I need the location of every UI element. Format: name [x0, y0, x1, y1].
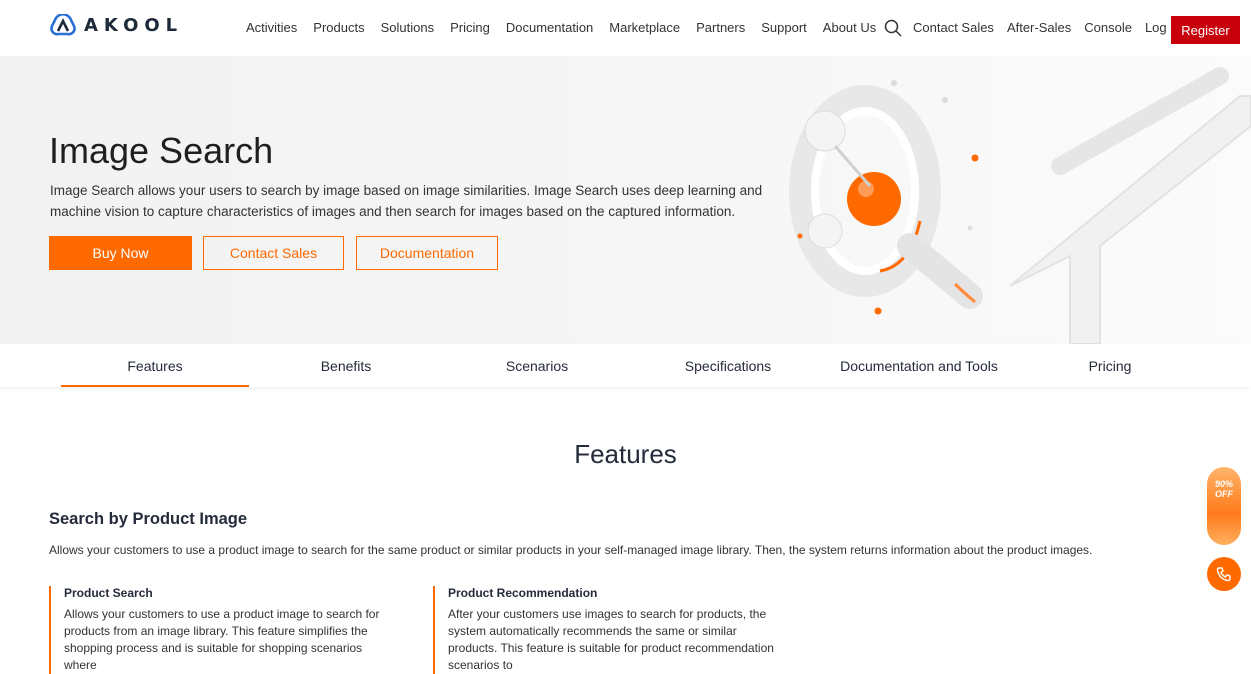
feature-card-product-recommendation: Product Recommendation After your custom… [433, 586, 778, 674]
main-nav: Activities Products Solutions Pricing Do… [246, 20, 876, 35]
logo-text: AKOOL [84, 14, 184, 36]
tab-documentation-and-tools[interactable]: Documentation and Tools [825, 344, 1013, 387]
buy-now-button[interactable]: Buy Now [49, 236, 192, 270]
feature-card-title: Product Recommendation [448, 586, 598, 600]
promo-line-1: 90% [1214, 479, 1233, 489]
nav-pricing[interactable]: Pricing [450, 20, 490, 35]
contact-sales-button[interactable]: Contact Sales [203, 236, 344, 270]
nav-about-us[interactable]: About Us [823, 20, 876, 35]
tab-pricing[interactable]: Pricing [1016, 344, 1204, 387]
nav-documentation[interactable]: Documentation [506, 20, 593, 35]
tab-scenarios[interactable]: Scenarios [443, 344, 631, 387]
feature-card-body: After your customers use images to searc… [448, 607, 774, 672]
nav-solutions[interactable]: Solutions [381, 20, 434, 35]
register-button[interactable]: Register [1171, 16, 1240, 44]
phone-icon [1216, 567, 1231, 582]
nav-products[interactable]: Products [313, 20, 364, 35]
nav-support[interactable]: Support [761, 20, 807, 35]
after-sales-link[interactable]: After-Sales [1007, 20, 1071, 35]
nav-partners[interactable]: Partners [696, 20, 745, 35]
logo-icon [50, 14, 76, 36]
promo-badge[interactable]: 90% OFF [1207, 467, 1241, 545]
tab-benefits[interactable]: Benefits [252, 344, 440, 387]
feature-card-product-search: Product Search Allows your customers to … [49, 586, 394, 674]
top-header: AKOOL Activities Products Solutions Pric… [0, 0, 1251, 56]
nav-marketplace[interactable]: Marketplace [609, 20, 680, 35]
feature-card-body: Allows your customers to use a product i… [64, 607, 380, 672]
documentation-button[interactable]: Documentation [356, 236, 498, 270]
phone-contact-button[interactable] [1207, 557, 1241, 591]
tab-features[interactable]: Features [61, 344, 249, 387]
search-icon[interactable] [884, 19, 902, 37]
page-title: Image Search [49, 130, 274, 171]
header-right-links: Contact Sales After-Sales Console Log In [913, 20, 1181, 35]
nav-activities[interactable]: Activities [246, 20, 297, 35]
logo[interactable]: AKOOL [50, 14, 183, 36]
feature-subtitle-description: Allows your customers to use a product i… [49, 543, 1093, 557]
hero-description: Image Search allows your users to search… [50, 183, 763, 219]
console-link[interactable]: Console [1084, 20, 1132, 35]
feature-subtitle: Search by Product Image [49, 510, 248, 528]
tab-specifications[interactable]: Specifications [634, 344, 822, 387]
hero-illustration [789, 67, 1251, 344]
contact-sales-link[interactable]: Contact Sales [913, 20, 994, 35]
features-heading: Features [574, 439, 677, 469]
section-tabs: Features Benefits Scenarios Specificatio… [0, 344, 1251, 387]
promo-line-2: OFF [1215, 489, 1233, 499]
feature-card-title: Product Search [64, 586, 153, 600]
hero-banner: Image Search Image Search allows your us… [0, 56, 1251, 344]
